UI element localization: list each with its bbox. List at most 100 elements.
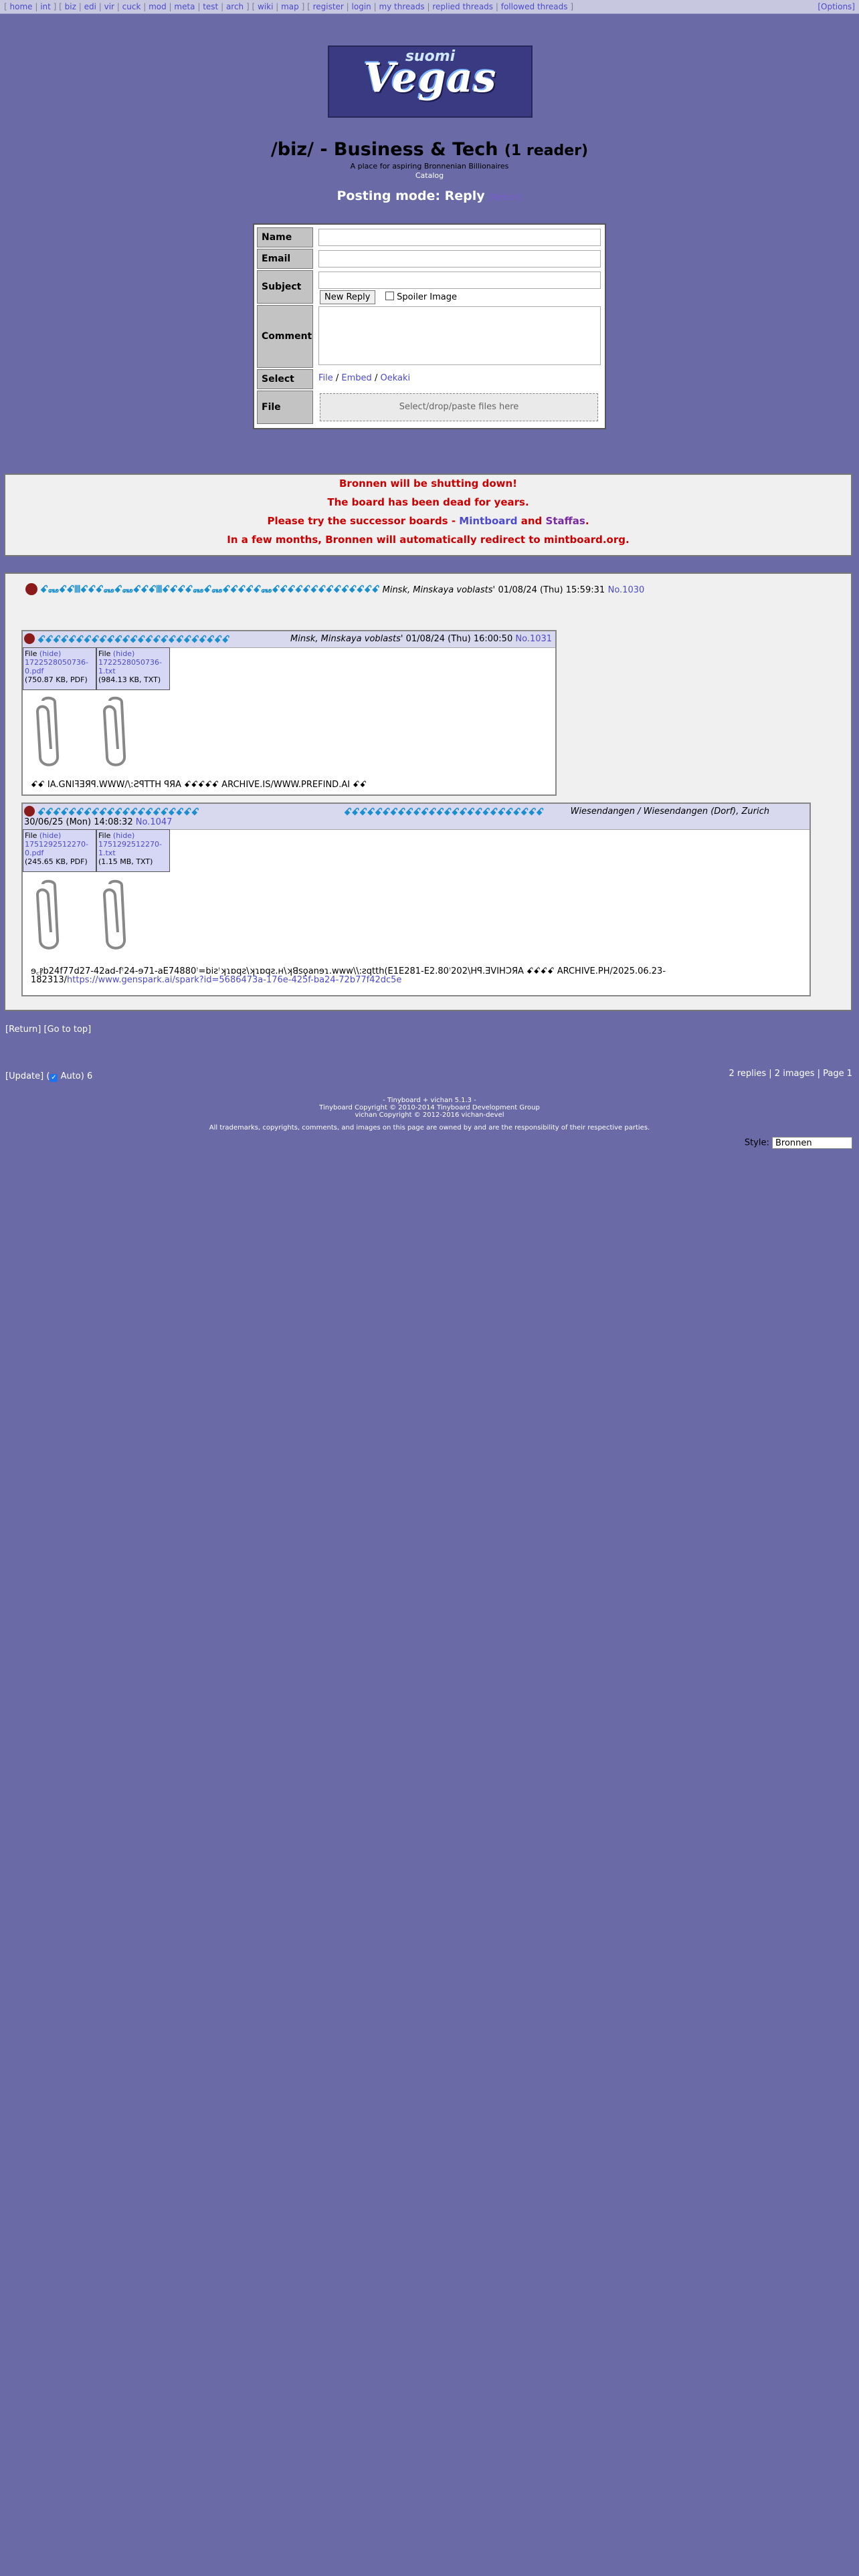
top-navigation-bar: [ home | int ] [ biz | edi | vir | cuck … xyxy=(0,0,859,14)
file-info: File (hide) 1722528050736-1.txt (984.13 … xyxy=(96,647,170,690)
nav-map[interactable]: map xyxy=(281,2,299,11)
footer-nav: [Return] [Go to top] xyxy=(5,1025,91,1035)
reply-post-number[interactable]: No.1047 xyxy=(136,817,173,827)
return-link[interactable]: [Return] xyxy=(5,1025,41,1035)
reply-post: ꗃꗃꗃꗃꗃꗃꗃꗃꗃꗃꗃꗃꗃꗃꗃꗃꗃꗃꗃꗃꗃꗃꗃꗃꗃ Minsk, Minskay… xyxy=(21,630,557,796)
op-post-number[interactable]: No.1030 xyxy=(608,585,645,595)
nav-cuck[interactable]: cuck xyxy=(122,2,141,11)
file-hide-link[interactable]: (hide) xyxy=(39,831,61,840)
file-hide-link[interactable]: (hide) xyxy=(39,649,61,658)
mintboard-link[interactable]: Mintboard xyxy=(459,515,517,527)
file-hide-link[interactable]: (hide) xyxy=(113,831,134,840)
spoiler-option: Spoiler Image xyxy=(385,292,457,302)
reply-name: Wiesendangen / Wiesendangen (Dorf), Zuri… xyxy=(570,807,769,817)
reply-subject: ꗃꗃꗃꗃꗃꗃꗃꗃꗃꗃꗃꗃꗃꗃꗃꗃꗃꗃꗃꗃꗃꗃꗃꗃꗃ xyxy=(37,633,230,645)
genspark-link[interactable]: https://www.genspark.ai/spark?id=5686473… xyxy=(67,975,401,985)
file-label: File xyxy=(257,391,313,424)
notice-line-3-text: Please try the successor boards - xyxy=(267,515,456,527)
comment-textarea[interactable] xyxy=(318,306,601,365)
update-link[interactable]: [Update] ( xyxy=(5,1071,50,1081)
file-info: File (hide) 1751292512270-0.pdf (245.65 … xyxy=(23,829,96,872)
nav-wiki[interactable]: wiki xyxy=(258,2,273,11)
shutdown-notice: Bronnen will be shutting down! The board… xyxy=(4,473,852,556)
nav-arch[interactable]: arch xyxy=(226,2,244,11)
style-dropdown[interactable]: Bronnen xyxy=(772,1137,852,1149)
name-input[interactable] xyxy=(318,229,601,246)
board-links: [ home | int ] [ biz | edi | vir | cuck … xyxy=(4,2,574,11)
return-link-top[interactable]: [Return] xyxy=(489,193,522,202)
reply-date: 01/08/24 (Thu) 16:00:50 xyxy=(405,634,513,644)
file-dropzone[interactable]: Select/drop/paste files here xyxy=(320,393,598,421)
board-banner[interactable]: suomi Vegas xyxy=(328,45,533,118)
nav-register[interactable]: register xyxy=(313,2,344,11)
auto-update-checkbox[interactable]: ✓ xyxy=(50,1074,58,1082)
file-hide-link[interactable]: (hide) xyxy=(113,649,134,658)
auto-label: Auto) xyxy=(60,1071,84,1081)
update-countdown: 6 xyxy=(86,1071,93,1081)
select-label: Select xyxy=(257,369,313,389)
reply-header: ꗃꗃꗃꗃꗃꗃꗃꗃꗃꗃꗃꗃꗃꗃꗃꗃꗃꗃꗃꗃꗃ ꗃꗃꗃꗃꗃꗃꗃꗃꗃꗃꗃꗃꗃꗃꗃꗃꗃꗃ… xyxy=(23,804,809,830)
staffas-link[interactable]: Staffas xyxy=(546,515,585,527)
banner-logo-main: Vegas xyxy=(363,55,497,102)
file-name-link[interactable]: 1722528050736-1.txt xyxy=(98,658,168,675)
reply-post-number[interactable]: No.1031 xyxy=(515,634,552,644)
board-title: /biz/ - Business & Tech xyxy=(270,139,498,160)
file-head: File xyxy=(98,649,111,658)
file-type: TXT) xyxy=(136,857,153,866)
op-header: ꗃ꘏ꗃꗃꘈꗃꗃꗃ꘏ꗃ꘏ꗃꗃꗃꘈꗃꗃꗃꗃ꘏ꗃ꘏ꗃꗃꗃꗃꗃ꘏ꗃꗃꗃꗃꗃꗃꗃꗃꗃꗃꗃꗃ… xyxy=(40,583,843,595)
style-selector: Style: Bronnen xyxy=(745,1137,852,1149)
flag-icon xyxy=(25,583,37,595)
file-name-link[interactable]: 1722528050736-0.pdf xyxy=(25,658,94,675)
reply-form: Name Email Subject New Reply Spoiler Ima… xyxy=(253,223,606,429)
update-controls: [Update] (✓ Auto) 6 xyxy=(5,1071,92,1082)
paperclip-icon[interactable] xyxy=(98,695,131,769)
file-info: File (hide) 1722528050736-0.pdf (750.87 … xyxy=(23,647,96,690)
spoiler-checkbox[interactable] xyxy=(385,292,394,300)
catalog-link[interactable]: Catalog xyxy=(0,171,859,180)
select-embed-link[interactable]: Embed xyxy=(341,373,371,383)
file-info: File (hide) 1751292512270-1.txt (1.15 MB… xyxy=(96,829,170,872)
nav-mod[interactable]: mod xyxy=(149,2,167,11)
reply-header: ꗃꗃꗃꗃꗃꗃꗃꗃꗃꗃꗃꗃꗃꗃꗃꗃꗃꗃꗃꗃꗃꗃꗃꗃꗃ Minsk, Minskay… xyxy=(23,631,555,648)
paperclip-icon[interactable] xyxy=(31,695,64,769)
reader-count: (1 reader) xyxy=(504,142,589,159)
name-label: Name xyxy=(257,227,313,247)
nav-vir[interactable]: vir xyxy=(104,2,114,11)
credit-line-2: Tinyboard Copyright © 2010-2014 Tinyboar… xyxy=(319,1104,540,1111)
file-head: File xyxy=(25,649,37,658)
reply-meta: 30/06/25 (Mon) 14:08:32 No.1047 xyxy=(24,817,172,827)
paperclip-icon[interactable] xyxy=(31,879,64,952)
subject-input[interactable] xyxy=(318,272,601,289)
file-type: TXT) xyxy=(144,675,161,684)
select-file-link[interactable]: File xyxy=(318,373,333,383)
file-head: File xyxy=(25,831,37,840)
thread-stats: 2 replies | 2 images | Page 1 xyxy=(729,1069,852,1079)
nav-edi[interactable]: edi xyxy=(84,2,96,11)
flag-icon xyxy=(24,806,35,817)
nav-followed-threads[interactable]: followed threads xyxy=(501,2,568,11)
nav-my-threads[interactable]: my threads xyxy=(379,2,424,11)
page-title: /biz/ - Business & Tech (1 reader) xyxy=(0,139,859,160)
reply-post: ꗃꗃꗃꗃꗃꗃꗃꗃꗃꗃꗃꗃꗃꗃꗃꗃꗃꗃꗃꗃꗃ ꗃꗃꗃꗃꗃꗃꗃꗃꗃꗃꗃꗃꗃꗃꗃꗃꗃꗃ… xyxy=(21,802,811,996)
email-input[interactable] xyxy=(318,250,601,267)
nav-int[interactable]: int xyxy=(40,2,51,11)
paperclip-icon[interactable] xyxy=(98,879,131,952)
comment-label: Comment xyxy=(257,305,313,368)
new-reply-button[interactable]: New Reply xyxy=(320,290,375,304)
go-to-top-link[interactable]: [Go to top] xyxy=(43,1025,91,1035)
options-link[interactable]: [Options] xyxy=(818,0,855,13)
nav-biz[interactable]: biz xyxy=(65,2,76,11)
select-oekaki-link[interactable]: Oekaki xyxy=(380,373,410,383)
reply-name: Minsk, Minskaya voblasts' xyxy=(290,634,403,644)
nav-replied-threads[interactable]: replied threads xyxy=(432,2,493,11)
nav-login[interactable]: login xyxy=(352,2,371,11)
nav-home[interactable]: home xyxy=(10,2,33,11)
notice-line-2: The board has been dead for years. xyxy=(327,496,529,508)
notice-line-4: In a few months, Bronnen will automatica… xyxy=(227,534,630,546)
nav-meta[interactable]: meta xyxy=(174,2,195,11)
file-name-link[interactable]: 1751292512270-0.pdf xyxy=(25,840,94,857)
style-label: Style: xyxy=(744,1138,769,1148)
nav-test[interactable]: test xyxy=(203,2,218,11)
reply-body: ꗃꗃ IA.GNIꟻƎЯꟼ.WWW/\:ƧꟼTTH ꟼЯA ꗃꗃꗃꗃꗃ ARCH… xyxy=(31,780,367,790)
file-name-link[interactable]: 1751292512270-1.txt xyxy=(98,840,168,857)
